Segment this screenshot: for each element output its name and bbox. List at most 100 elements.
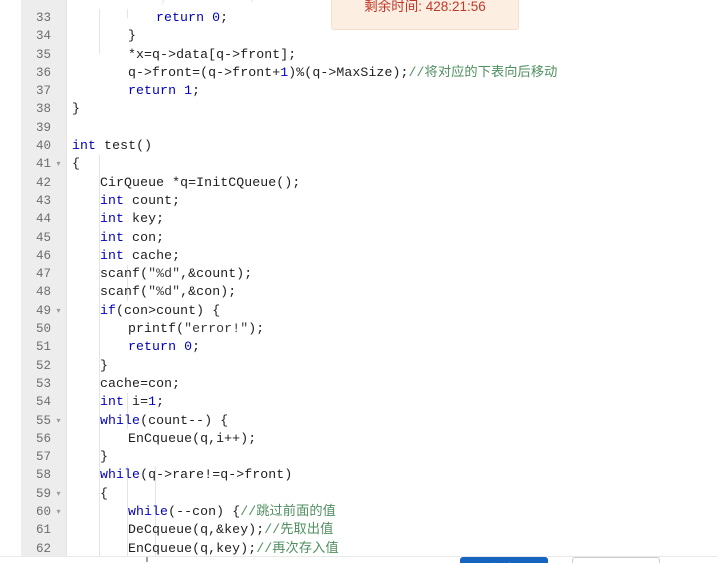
line-number: 55	[35, 413, 51, 428]
code-token-pln: )%(q->MaxSize);	[288, 64, 409, 80]
fold-toggle-icon[interactable]: ▾	[54, 485, 63, 503]
line-number: 39	[35, 120, 51, 135]
code-line[interactable]: 47 scanf("%d",&count);	[0, 265, 717, 283]
code-token-kw: while	[100, 467, 141, 483]
code-token-pln: i=	[124, 394, 149, 410]
code-line[interactable]: 53 cache=con;	[0, 375, 717, 393]
code-line[interactable]: 50 printf("error!");	[0, 320, 717, 338]
code-token-str: "error!"	[184, 321, 249, 337]
code-line[interactable]: 43 int count;	[0, 192, 717, 210]
code-line[interactable]: 58 while(q->rare!=q->front)	[0, 466, 717, 484]
code-line-text: int test()	[72, 137, 152, 155]
code-token-pln: scanf(	[100, 284, 149, 300]
code-line[interactable]: 52}	[0, 357, 717, 375]
line-number: 49	[35, 303, 51, 318]
code-token-cmt: //将对应的下表向后移动	[408, 64, 558, 80]
code-line[interactable]: 51 return 0;	[0, 338, 717, 356]
code-token-num: 1	[148, 394, 157, 410]
code-line-text: int cache;	[100, 247, 180, 265]
code-line[interactable]: 35 *x=q->data[q->front];	[0, 46, 717, 64]
code-line[interactable]: 36 q->front=(q->front+1)%(q->MaxSize);//将…	[0, 64, 717, 82]
code-token-pln: ;	[192, 83, 201, 99]
line-number: 61	[35, 523, 51, 538]
code-token-num: 0	[184, 339, 193, 355]
code-token-pln	[176, 339, 184, 354]
line-number: 58	[35, 468, 51, 483]
code-editor[interactable]: , . , , . 33return 0;34}35*x=q->data[q->…	[0, 0, 717, 563]
code-token-pln: (count--) {	[140, 412, 229, 428]
line-number: 41	[35, 157, 51, 172]
line-number: 48	[35, 285, 51, 300]
code-line[interactable]: 61 DeCqueue(q,&key);//先取出值	[0, 521, 717, 539]
fold-toggle-icon[interactable]: ▾	[54, 412, 63, 430]
line-number: 52	[35, 358, 51, 373]
code-token-kw: int	[100, 394, 125, 410]
line-number: 38	[35, 102, 51, 117]
remaining-time-label: 剩余时间: 428:21:56	[364, 0, 486, 14]
code-line[interactable]: 60 ▾ while(--con) {//跳过前面的值	[0, 503, 717, 521]
code-line-text: scanf("%d",&con);	[100, 283, 236, 301]
code-line[interactable]: 59 ▾ {	[0, 485, 717, 503]
code-line-text: DeCqueue(q,&key);//先取出值	[128, 521, 333, 539]
line-number: 57	[35, 450, 51, 465]
code-line[interactable]: 55 ▾ while(count--) {	[0, 412, 717, 430]
line-number: 33	[35, 11, 51, 25]
code-token-pln: ,&con);	[180, 284, 237, 300]
code-token-kw: int	[72, 138, 97, 154]
code-token-pln: key;	[124, 211, 165, 227]
code-line[interactable]: 44 int key;	[0, 210, 717, 228]
code-line-text: }	[100, 448, 108, 466]
code-line[interactable]: 57}	[0, 448, 717, 466]
code-line[interactable]: 41 ▾ {	[0, 155, 717, 173]
code-line-text: return 0;	[128, 338, 200, 356]
code-line-text: CirQueue *q=InitCQueue();	[100, 174, 300, 192]
code-line[interactable]: 48 scanf("%d",&con);	[0, 283, 717, 301]
code-token-kw: int	[100, 229, 125, 245]
code-line[interactable]: 34}	[0, 27, 717, 45]
code-token-pln	[176, 83, 184, 98]
code-token-pln: {	[100, 485, 109, 501]
code-line[interactable]: 42 CirQueue *q=InitCQueue();	[0, 174, 717, 192]
code-token-cmt: //先取出值	[264, 522, 334, 538]
line-number: 37	[35, 84, 51, 99]
code-line-text: cache=con;	[100, 375, 180, 393]
line-number: 47	[35, 267, 51, 282]
code-line-text: if(con>count) {	[100, 302, 220, 320]
fold-toggle-icon[interactable]: ▾	[54, 302, 63, 320]
code-token-pln: ;	[192, 339, 201, 355]
code-token-num: 0	[212, 10, 221, 25]
code-token-num: 1	[184, 83, 193, 99]
line-number: 53	[35, 376, 51, 391]
submit-button[interactable]: 提交	[460, 557, 548, 563]
code-token-pln: ;	[156, 394, 165, 410]
line-number: 34	[35, 29, 51, 44]
code-line[interactable]: 46 int cache;	[0, 247, 717, 265]
code-token-pln: *x=q->data[q->front];	[128, 46, 297, 62]
code-line[interactable]: 45 int con;	[0, 229, 717, 247]
code-line[interactable]: 56 EnCqueue(q,i++);	[0, 430, 717, 448]
code-line[interactable]: 54 int i=1;	[0, 393, 717, 411]
code-token-pln: (q->rare!=q->front)	[140, 467, 293, 483]
code-token-pln: EnCqueue(q,i++);	[128, 430, 257, 446]
code-line-text: printf("error!");	[128, 320, 264, 338]
fold-toggle-icon[interactable]: ▾	[54, 503, 63, 521]
line-number: 50	[35, 322, 51, 337]
reset-button[interactable]: 重置	[572, 557, 660, 563]
code-line-text: int count;	[100, 192, 180, 210]
code-line-text: {	[72, 155, 80, 173]
code-token-cmt: //跳过前面的值	[240, 504, 336, 520]
code-line-text: return 0;	[156, 9, 228, 27]
code-line[interactable]: 49 ▾ if(con>count) {	[0, 302, 717, 320]
code-line-text: q->front=(q->front+1)%(q->MaxSize);//将对应…	[128, 64, 557, 82]
code-token-kw: while	[128, 504, 169, 520]
code-line[interactable]: 39	[0, 119, 717, 137]
code-line-text: *x=q->data[q->front];	[128, 46, 296, 64]
code-lines[interactable]: 33 return 0; 34} 35 *x=q->data[q->front]; 36 q…	[0, 9, 717, 563]
fold-toggle-icon[interactable]: ▾	[54, 155, 63, 173]
text-caret	[146, 557, 148, 562]
code-line-text: while(--con) {//跳过前面的值	[128, 503, 336, 521]
code-line[interactable]: 38}	[0, 100, 717, 118]
code-token-cmt: //再次存入值	[256, 540, 339, 556]
code-line[interactable]: 40 int test()	[0, 137, 717, 155]
code-line[interactable]: 37 return 1;	[0, 82, 717, 100]
